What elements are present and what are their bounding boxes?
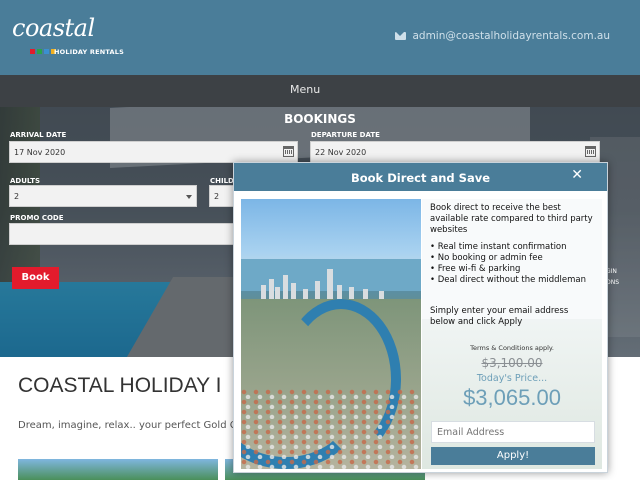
image-skyline xyxy=(253,269,413,299)
benefit-item: • Free wi-fi & parking xyxy=(430,264,521,274)
benefit-item: • No booking or admin fee xyxy=(430,253,543,263)
image-houses xyxy=(241,389,421,469)
arrival-date-field[interactable]: 17 Nov 2020 xyxy=(9,141,298,163)
children-value: 2 xyxy=(214,192,220,201)
calendar-icon[interactable] xyxy=(585,146,596,157)
benefit-item: • Real time instant confirmation xyxy=(430,242,567,252)
adults-select[interactable]: 2 xyxy=(9,185,197,207)
departure-date-label: DEPARTURE DATE xyxy=(311,131,380,139)
logo-dot-green xyxy=(37,49,42,54)
modal-title: Book Direct and Save xyxy=(350,171,491,185)
apply-button[interactable]: Apply! xyxy=(431,447,595,465)
modal-header: Book Direct and Save ✕ xyxy=(234,163,607,191)
original-price: $3,100.00 xyxy=(481,356,543,370)
adults-value: 2 xyxy=(14,192,20,201)
modal-offer-panel: Book direct to receive the best availabl… xyxy=(422,199,602,469)
logo-dots xyxy=(30,49,56,54)
departure-date-field[interactable]: 22 Nov 2020 xyxy=(310,141,600,163)
bookings-title: BOOKINGS xyxy=(284,112,356,126)
logo-dot-blue xyxy=(44,49,49,54)
discounted-price: $3,065.00 xyxy=(463,385,561,410)
offer-instruction: Simply enter your email address below an… xyxy=(430,306,569,327)
gold-coast-aerial-image xyxy=(241,199,421,469)
site-header: coastal HOLIDAY RENTALS admin@coastalhol… xyxy=(0,0,640,75)
email-address-input[interactable] xyxy=(431,421,595,443)
nav-bar: Menu xyxy=(0,75,640,107)
calendar-icon[interactable] xyxy=(283,146,294,157)
logo-dot-red xyxy=(30,49,35,54)
envelope-icon xyxy=(395,32,407,40)
chevron-down-icon xyxy=(186,195,192,199)
offer-benefits: • Real time instant confirmation • No bo… xyxy=(430,242,596,286)
arrival-date-value: 17 Nov 2020 xyxy=(14,148,66,157)
header-email-link[interactable]: admin@coastalholidayrentals.com.au xyxy=(395,30,610,42)
adults-label: ADULTS xyxy=(10,177,41,185)
book-button[interactable]: Book xyxy=(12,267,59,289)
benefit-item: • Deal direct without the middleman xyxy=(430,275,586,285)
book-direct-modal: Book Direct and Save ✕ Book direct to re… xyxy=(233,162,608,473)
arrival-date-label: ARRIVAL DATE xyxy=(10,131,67,139)
todays-price-label: Today's Price... xyxy=(476,373,548,384)
header-email-text: admin@coastalholidayrentals.com.au xyxy=(412,30,610,42)
terms-link[interactable]: Terms & Conditions apply. xyxy=(422,344,602,352)
close-icon[interactable]: ✕ xyxy=(571,167,583,183)
promo-code-field[interactable] xyxy=(9,223,239,245)
site-logo[interactable]: coastal HOLIDAY RENTALS xyxy=(12,14,124,60)
page-tagline: Dream, imagine, relax.. your perfect Gol… xyxy=(18,420,237,431)
menu-button[interactable]: Menu xyxy=(290,83,320,96)
page-heading: COASTAL HOLIDAY I xyxy=(18,374,222,397)
promo-code-label: PROMO CODE xyxy=(10,214,64,222)
property-thumbnail[interactable] xyxy=(18,459,218,480)
logo-script-text: coastal xyxy=(12,14,95,42)
departure-date-value: 22 Nov 2020 xyxy=(315,148,367,157)
logo-subtitle: HOLIDAY RENTALS xyxy=(54,48,124,56)
children-label: CHILD xyxy=(210,177,234,185)
offer-intro: Book direct to receive the best availabl… xyxy=(430,203,593,235)
